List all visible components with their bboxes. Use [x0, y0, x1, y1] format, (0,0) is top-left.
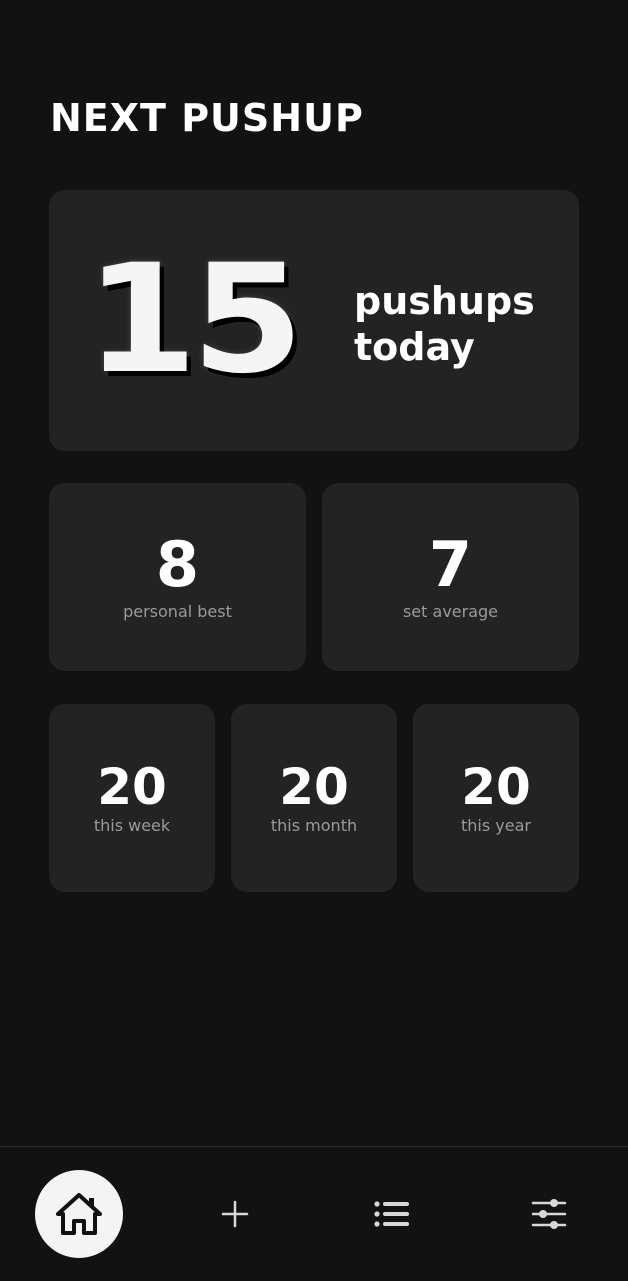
set-average-value: 7	[428, 527, 473, 601]
home-icon	[56, 1193, 102, 1235]
this-week-card: 20 this week	[49, 704, 215, 892]
sliders-icon	[531, 1199, 567, 1229]
bottom-nav	[0, 1146, 628, 1281]
plus-icon	[221, 1200, 249, 1228]
nav-add-button[interactable]	[191, 1170, 279, 1258]
this-month-value: 20	[279, 757, 349, 816]
this-month-card: 20 this month	[231, 704, 397, 892]
set-average-card: 7 set average	[322, 483, 579, 671]
personal-best-label: personal best	[123, 601, 232, 621]
set-average-label: set average	[402, 601, 499, 621]
today-label: pushups today	[354, 278, 535, 370]
list-icon	[374, 1201, 409, 1227]
this-week-value: 20	[97, 757, 167, 816]
nav-settings-button[interactable]	[505, 1170, 593, 1258]
today-label-line2: today	[354, 325, 475, 369]
today-summary-card: 15 pushups today	[49, 190, 579, 451]
this-year-label: this year	[461, 815, 531, 835]
this-month-label: this month	[270, 815, 358, 835]
this-year-card: 20 this year	[413, 704, 579, 892]
this-week-label: this week	[93, 815, 171, 835]
personal-best-value: 8	[155, 527, 200, 601]
nav-list-button[interactable]	[348, 1170, 436, 1258]
app-title: NEXT PUSHUP	[50, 96, 364, 140]
this-year-value: 20	[461, 757, 531, 816]
personal-best-card: 8 personal best	[49, 483, 306, 671]
today-count: 15	[85, 233, 304, 407]
today-label-line1: pushups	[354, 279, 535, 323]
nav-home-button[interactable]	[35, 1170, 123, 1258]
